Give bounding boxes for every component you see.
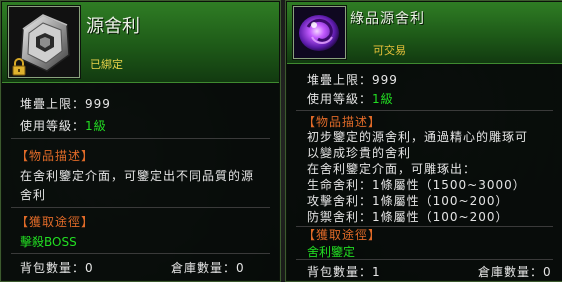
divider: [296, 110, 553, 111]
description-line: 攻擊舍利：1條屬性（100~200）: [307, 194, 509, 208]
description-line: 以變成珍貴的舍利: [307, 146, 412, 160]
use-level-label: 使用等級：: [307, 92, 373, 106]
divider: [11, 138, 270, 139]
description-header: 【物品描述】: [303, 115, 382, 129]
obtain-value: 舍利鑒定: [307, 245, 356, 259]
stack-limit-value: 999: [85, 97, 111, 111]
use-level: 使用等級：1級: [20, 117, 107, 134]
storage-count-value: 0: [543, 265, 552, 279]
description-line: 生命舍利：1條屬性（1500~3000）: [307, 178, 526, 192]
bag-count-value: 1: [372, 265, 381, 279]
obtain-header: 【獲取途徑】: [16, 215, 95, 229]
use-level-value: 1級: [372, 92, 394, 106]
bag-count-label: 背包數量：: [20, 261, 86, 275]
divider: [296, 259, 553, 260]
stack-limit-label: 堆疊上限：: [20, 97, 86, 111]
description-text: 初步鑒定的源舍利，通過精心的雕琢可 以變成珍貴的舍利 在舍利鑒定介面，可雕琢出：…: [307, 129, 559, 225]
storage-count-value: 0: [236, 261, 245, 275]
stack-limit: 堆疊上限：999: [20, 95, 111, 112]
divider: [11, 253, 270, 254]
storage-count-label: 倉庫數量：: [478, 265, 544, 279]
storage-count: 倉庫數量：0: [171, 259, 245, 276]
description-header: 【物品描述】: [16, 149, 95, 163]
item-tooltip-green-relic: 綠品源舍利 可交易 堆疊上限：999 使用等級：1級 【物品描述】 初步鑒定的源…: [285, 0, 562, 282]
storage-count-label: 倉庫數量：: [171, 261, 237, 275]
padlock-icon: [12, 58, 26, 76]
item-icon-frame: [293, 6, 346, 59]
stack-limit-value: 999: [372, 73, 398, 87]
description-line: 在舍利鑒定介面，可雕琢出：: [307, 162, 477, 176]
use-level: 使用等級：1級: [307, 90, 394, 107]
obtain-value: 擊殺BOSS: [20, 235, 77, 249]
purple-orb-icon: [294, 7, 345, 58]
description-line: 防禦舍利：1條屬性（100~200）: [307, 210, 509, 224]
item-name: 源舍利: [86, 16, 140, 37]
bag-count-label: 背包數量：: [307, 265, 373, 279]
bag-count: 背包數量：0: [20, 259, 94, 276]
trade-status: 可交易: [373, 44, 406, 57]
bag-count-value: 0: [85, 261, 94, 275]
description-line: 初步鑒定的源舍利，通過精心的雕琢可: [307, 130, 529, 144]
bind-status: 已綁定: [90, 58, 123, 71]
divider: [11, 207, 270, 208]
item-tooltip-relic: 源舍利 已綁定 堆疊上限：999 使用等級：1級 【物品描述】 在舍利鑒定介面，…: [0, 0, 281, 282]
description-text: 在舍利鑒定介面，可鑒定出不同品質的源舍利: [20, 169, 255, 202]
tooltip-header: 源舍利 已綁定: [2, 2, 279, 83]
item-name: 綠品源舍利: [350, 11, 425, 27]
obtain-header: 【獲取途徑】: [303, 228, 382, 242]
use-level-value: 1級: [85, 119, 107, 133]
tooltip-header: 綠品源舍利 可交易: [287, 2, 562, 64]
bag-count: 背包數量：1: [307, 263, 381, 280]
stack-limit: 堆疊上限：999: [307, 71, 398, 88]
item-icon-frame: [8, 6, 80, 78]
stack-limit-label: 堆疊上限：: [307, 73, 373, 87]
storage-count: 倉庫數量：0: [478, 263, 552, 280]
use-level-label: 使用等級：: [20, 119, 86, 133]
